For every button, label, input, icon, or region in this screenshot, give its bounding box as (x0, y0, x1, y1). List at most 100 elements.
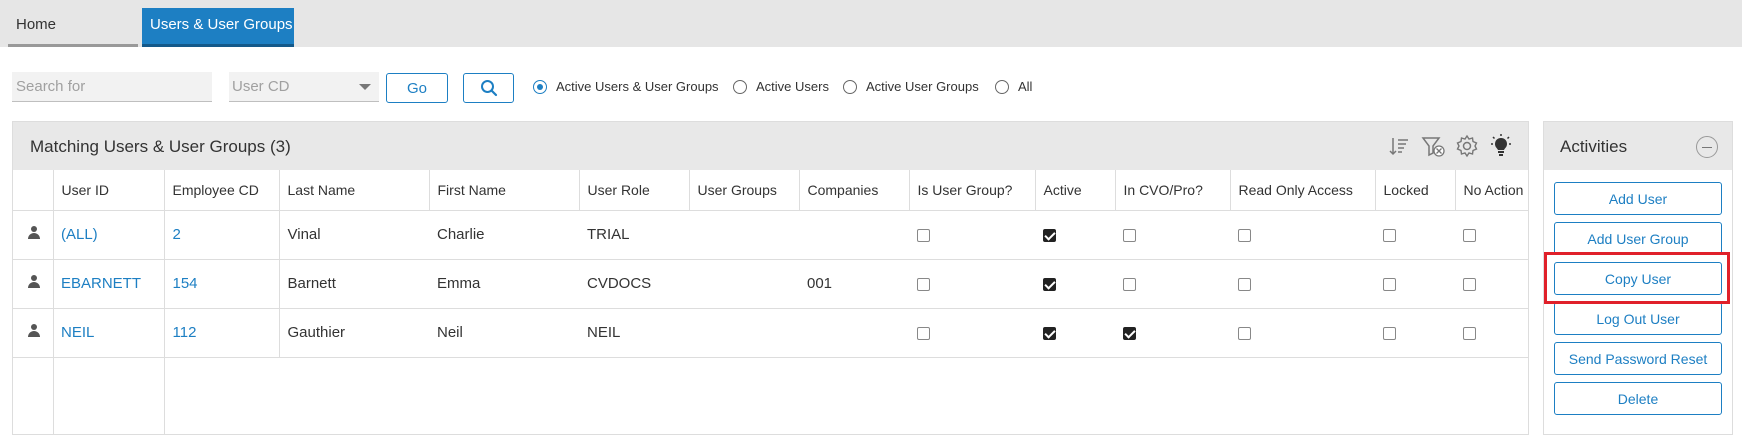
no-action-checkbox[interactable] (1463, 277, 1476, 291)
gear-icon[interactable] (1454, 134, 1480, 158)
employee-cd-link[interactable]: 112 (173, 324, 197, 341)
collapse-icon[interactable] (1696, 136, 1718, 158)
tab-home[interactable]: Home (8, 8, 138, 47)
user-role-cell: NEIL (579, 308, 689, 358)
column-header[interactable]: User ID (53, 170, 165, 211)
read-only-access-checkbox[interactable] (1238, 326, 1251, 340)
radio-icon (733, 79, 747, 94)
column-header[interactable]: Is User Group? (909, 170, 1036, 211)
add-user-button[interactable]: Add User (1554, 182, 1722, 215)
column-header[interactable]: Locked (1375, 170, 1456, 211)
column-header[interactable]: First Name (429, 170, 580, 211)
delete-button[interactable]: Delete (1554, 382, 1722, 415)
grid-header: Matching Users & User Groups (3) (13, 122, 1528, 170)
last-name-cell: Gauthier (279, 308, 429, 358)
read-only-access-checkbox[interactable] (1238, 228, 1251, 242)
column-header[interactable]: User Groups (689, 170, 800, 211)
table-row[interactable]: NEIL 112 Gauthier Neil NEIL (13, 308, 1528, 358)
locked-checkbox[interactable] (1383, 228, 1396, 242)
log-out-user-button[interactable]: Log Out User (1554, 302, 1722, 335)
radio-icon (995, 79, 1009, 94)
filter-label: All (1018, 79, 1033, 94)
user-icon (27, 225, 41, 240)
users-table: User ID Employee CD Last Name First Name… (13, 170, 1528, 358)
tab-users-and-user-groups[interactable]: Users & User Groups (142, 8, 294, 47)
user-groups-cell (689, 308, 799, 358)
lightbulb-icon[interactable] (1488, 134, 1514, 158)
table-row[interactable]: (ALL) 2 Vinal Charlie TRIAL (13, 210, 1528, 260)
table-header-row: User ID Employee CD Last Name First Name… (13, 170, 1528, 211)
first-name-cell: Emma (429, 259, 579, 309)
user-icon (27, 323, 41, 338)
employee-cd-link[interactable]: 154 (173, 275, 198, 292)
radio-icon (843, 79, 857, 94)
filter-label: Active Users & User Groups (556, 79, 719, 94)
in-cvo-pro-checkbox[interactable] (1123, 326, 1136, 340)
locked-checkbox[interactable] (1383, 326, 1396, 340)
column-header[interactable]: No Action (1455, 170, 1528, 211)
active-checkbox[interactable] (1043, 228, 1056, 242)
column-header[interactable]: Read Only Access (1230, 170, 1376, 211)
activities-panel: Activities Add User Add User Group Copy … (1543, 121, 1733, 435)
read-only-access-checkbox[interactable] (1238, 277, 1251, 291)
column-header-icon (13, 170, 54, 211)
last-name-cell: Vinal (279, 210, 429, 260)
column-header[interactable]: Employee CD (164, 170, 280, 211)
send-password-reset-button[interactable]: Send Password Reset (1554, 342, 1722, 375)
search-field-select[interactable]: User CD (229, 72, 379, 102)
companies-cell: 001 (799, 259, 909, 309)
last-name-cell: Barnett (279, 259, 429, 309)
users-grid-panel: Matching Users & User Groups (3) User ID… (12, 121, 1529, 435)
copy-user-button[interactable]: Copy User (1554, 262, 1722, 295)
search-button[interactable] (463, 73, 514, 103)
column-header[interactable]: Companies (799, 170, 910, 211)
user-id-link[interactable]: EBARNETT (61, 275, 141, 292)
employee-cd-link[interactable]: 2 (173, 226, 181, 243)
companies-cell (799, 210, 909, 260)
filter-label: Active Users (756, 79, 829, 94)
column-header[interactable]: User Role (579, 170, 690, 211)
grid-title: Matching Users & User Groups (3) (30, 137, 291, 156)
filter-label: Active User Groups (866, 79, 979, 94)
is-user-group-checkbox[interactable] (917, 228, 930, 242)
filter-active-users[interactable]: Active Users (733, 79, 829, 94)
no-action-checkbox[interactable] (1463, 326, 1476, 340)
active-checkbox[interactable] (1043, 277, 1056, 291)
locked-checkbox[interactable] (1383, 277, 1396, 291)
go-button[interactable]: Go (386, 73, 448, 103)
user-id-link[interactable]: NEIL (61, 324, 94, 341)
filter-all[interactable]: All (995, 79, 1032, 94)
search-icon (480, 80, 497, 97)
search-input[interactable] (12, 72, 212, 102)
sort-icon[interactable] (1386, 134, 1412, 158)
first-name-cell: Neil (429, 308, 579, 358)
user-groups-cell (689, 259, 799, 309)
search-field-value: User CD (232, 78, 290, 95)
column-header[interactable]: Active (1035, 170, 1116, 211)
user-groups-cell (689, 210, 799, 260)
grid-toolbar (1386, 134, 1514, 158)
column-divider (164, 210, 165, 435)
filter-active-users-and-groups[interactable]: Active Users & User Groups (533, 79, 719, 94)
clear-filter-icon[interactable] (1420, 134, 1446, 158)
is-user-group-checkbox[interactable] (917, 277, 930, 291)
user-id-link[interactable]: (ALL) (61, 226, 98, 243)
companies-cell (799, 308, 909, 358)
column-header[interactable]: In CVO/Pro? (1115, 170, 1231, 211)
active-checkbox[interactable] (1043, 326, 1056, 340)
top-tab-strip: Home Users & User Groups (0, 0, 1742, 47)
column-header[interactable]: Last Name (279, 170, 430, 211)
column-divider (53, 210, 54, 435)
first-name-cell: Charlie (429, 210, 579, 260)
activities-title: Activities (1560, 137, 1628, 156)
is-user-group-checkbox[interactable] (917, 326, 930, 340)
add-user-group-button[interactable]: Add User Group (1554, 222, 1722, 255)
user-role-cell: TRIAL (579, 210, 689, 260)
in-cvo-pro-checkbox[interactable] (1123, 228, 1136, 242)
activities-header: Activities (1544, 122, 1732, 170)
no-action-checkbox[interactable] (1463, 228, 1476, 242)
in-cvo-pro-checkbox[interactable] (1123, 277, 1136, 291)
table-row[interactable]: EBARNETT 154 Barnett Emma CVDOCS 001 (13, 259, 1528, 309)
filter-active-user-groups[interactable]: Active User Groups (843, 79, 979, 94)
user-role-cell: CVDOCS (579, 259, 689, 309)
